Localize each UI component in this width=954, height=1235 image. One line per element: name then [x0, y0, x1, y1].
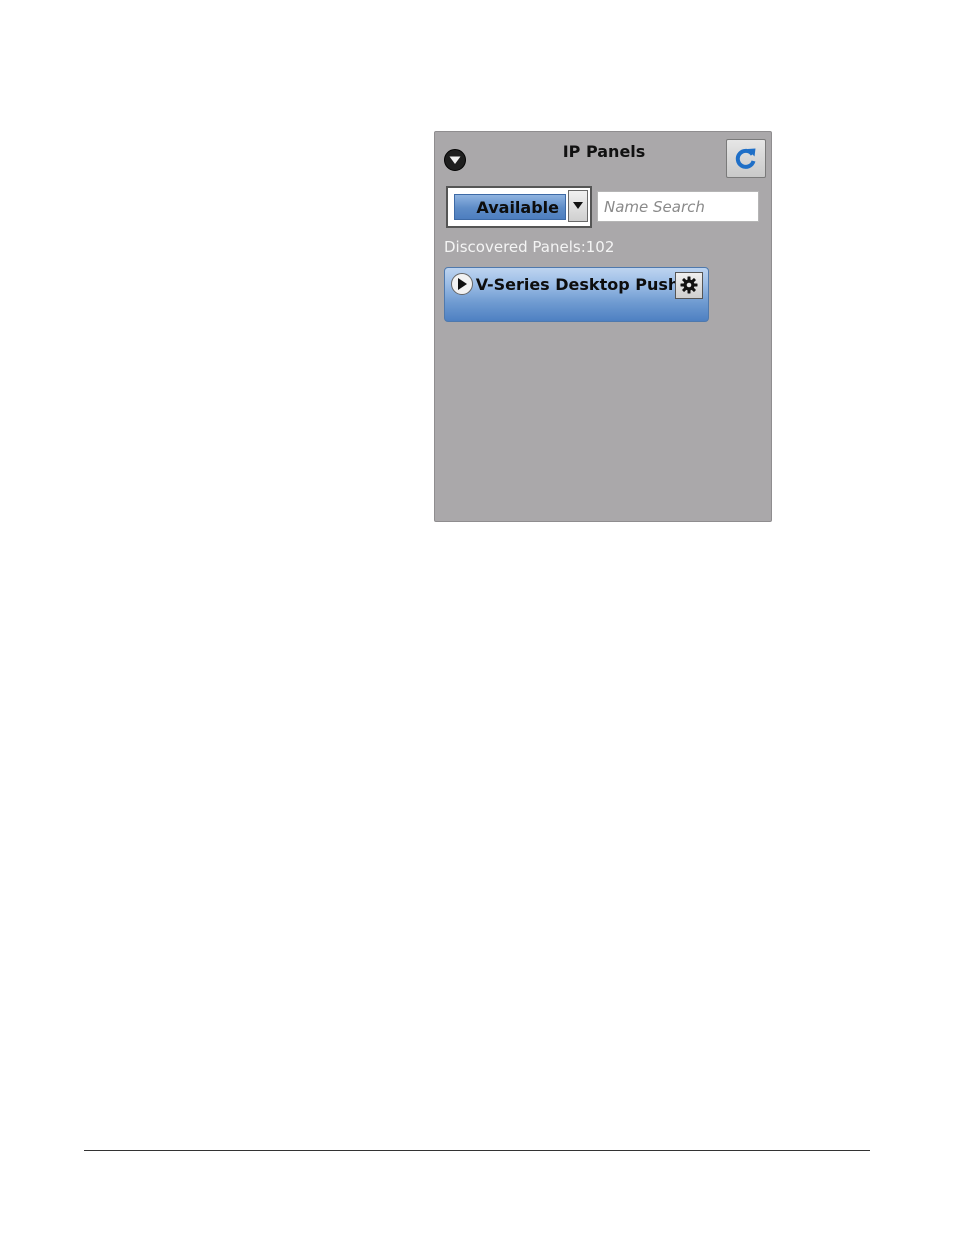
expand-item-button[interactable] — [451, 273, 473, 295]
play-triangle-icon — [458, 278, 467, 290]
caret-down-icon — [573, 202, 583, 209]
filter-dropdown-button[interactable] — [568, 190, 588, 222]
filter-selected-value: Available — [454, 194, 566, 220]
panel-item-name: V-Series Desktop Push — [475, 275, 680, 294]
panel-title: IP Panels — [562, 142, 646, 161]
refresh-button[interactable] — [726, 139, 766, 178]
refresh-icon — [735, 148, 756, 169]
item-settings-button[interactable] — [675, 272, 703, 299]
page-footer-rule — [84, 1150, 870, 1151]
gear-icon — [680, 276, 698, 294]
ip-panels-window: IP Panels Available Discovered Panels:10… — [434, 131, 772, 522]
name-search-input[interactable] — [597, 191, 759, 222]
status-filter-select[interactable]: Available — [446, 186, 592, 228]
discovered-panels-count: Discovered Panels:102 — [444, 238, 615, 256]
panel-list-item[interactable]: V-Series Desktop Push — [444, 267, 709, 322]
